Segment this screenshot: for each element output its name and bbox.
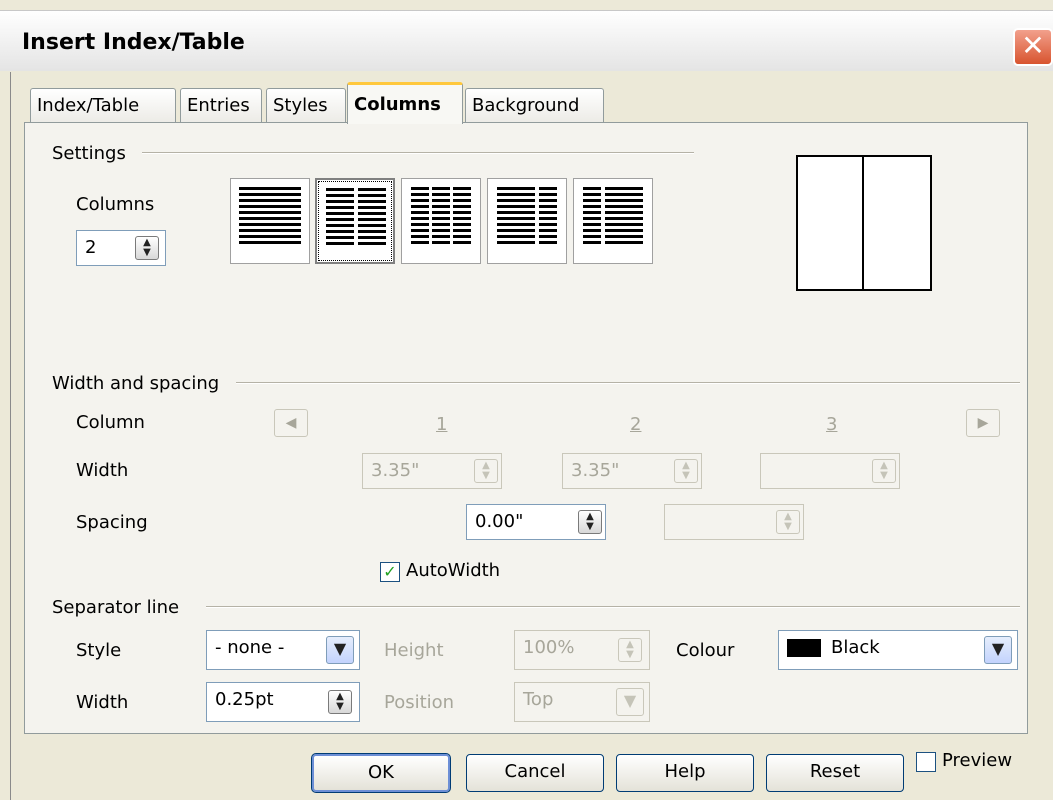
column-1-width-spin[interactable]: ▲ ▼ <box>474 459 498 483</box>
arrow-right-icon: ▶ <box>977 415 989 431</box>
chevron-down-icon: ▼ <box>623 691 637 710</box>
column-preset-4[interactable] <box>487 178 567 264</box>
width-spacing-divider <box>236 382 1020 384</box>
spacing-label: Spacing <box>76 512 148 533</box>
help-button[interactable]: Help <box>616 754 754 792</box>
position-label: Position <box>384 692 455 713</box>
width-label: Width <box>76 460 129 481</box>
position-dropdown-button[interactable]: ▼ <box>616 688 644 716</box>
settings-group-label: Settings <box>52 143 126 164</box>
chevron-down-icon: ▼ <box>333 639 347 658</box>
close-icon: ✕ <box>1021 29 1045 62</box>
height-spin[interactable]: ▲ ▼ <box>618 638 642 662</box>
separator-colour-select[interactable]: Black <box>778 630 1018 670</box>
column-3-width-spin[interactable]: ▲ ▼ <box>872 459 896 483</box>
column-preview <box>796 155 932 291</box>
settings-divider <box>142 152 694 154</box>
tab-background[interactable]: Background <box>465 88 604 123</box>
column-2-width-spin[interactable]: ▲ ▼ <box>674 459 698 483</box>
column-preset-1[interactable] <box>230 178 310 264</box>
separator-group-label: Separator line <box>52 597 180 618</box>
spacing-1-spin[interactable]: ▲ ▼ <box>578 510 602 534</box>
preview-checkbox[interactable] <box>916 752 936 772</box>
column-number-1: 1 <box>436 414 448 435</box>
autowidth-checkbox[interactable]: ✓ <box>380 562 400 582</box>
separator-width-label: Width <box>76 692 129 713</box>
arrow-left-icon: ◀ <box>285 415 297 431</box>
tab-index-table[interactable]: Index/Table <box>30 88 176 123</box>
column-number-2: 2 <box>630 414 642 435</box>
window-title: Insert Index/Table <box>22 30 245 55</box>
columns-spin-button[interactable]: ▲ ▼ <box>135 236 159 260</box>
column-number-3: 3 <box>826 414 838 435</box>
height-label: Height <box>384 640 444 661</box>
spacing-2-spin[interactable]: ▲ ▼ <box>776 510 800 534</box>
column-preview-separator <box>862 157 864 289</box>
colour-dropdown-button[interactable]: ▼ <box>984 636 1012 664</box>
tab-columns[interactable]: Columns <box>347 82 463 124</box>
width-spacing-group-label: Width and spacing <box>52 373 220 394</box>
column-prev-button[interactable]: ◀ <box>274 409 308 437</box>
columns-label: Columns <box>76 194 155 215</box>
style-dropdown-button[interactable]: ▼ <box>326 636 354 664</box>
column-preset-2[interactable] <box>315 178 395 264</box>
column-preset-3[interactable] <box>401 178 481 264</box>
column-label: Column <box>76 412 145 433</box>
separator-divider <box>206 606 1020 608</box>
reset-button[interactable]: Reset <box>766 754 904 792</box>
check-icon: ✓ <box>383 562 397 581</box>
chevron-down-icon: ▼ <box>991 639 1005 658</box>
colour-swatch <box>787 639 821 657</box>
style-label: Style <box>76 640 122 661</box>
tab-entries[interactable]: Entries <box>180 88 262 123</box>
tab-styles[interactable]: Styles <box>266 88 346 123</box>
autowidth-label: AutoWidth <box>406 560 501 581</box>
separator-width-spin[interactable]: ▲ ▼ <box>328 690 352 714</box>
colour-label: Colour <box>676 640 735 661</box>
column-next-button[interactable]: ▶ <box>966 409 1000 437</box>
ok-button[interactable]: OK <box>311 753 451 793</box>
close-button[interactable]: ✕ <box>1013 28 1053 66</box>
preview-label: Preview <box>942 750 1013 771</box>
cancel-button[interactable]: Cancel <box>466 754 604 792</box>
column-preset-5[interactable] <box>573 178 653 264</box>
